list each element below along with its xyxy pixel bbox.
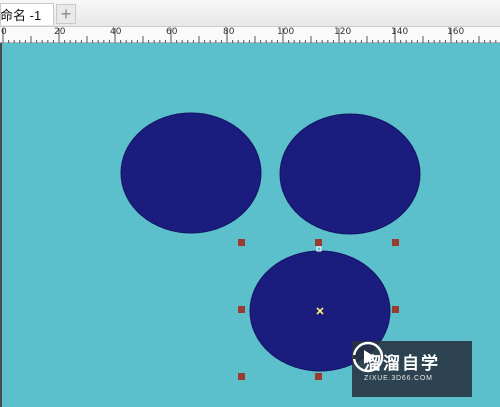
ruler-label: 20: [54, 27, 66, 37]
plus-icon: +: [60, 4, 72, 24]
watermark-badge: 溜溜自学 ZIXUE.3D66.COM: [352, 341, 472, 397]
ruler-label: 140: [391, 27, 409, 37]
ellipse-top-left[interactable]: [120, 112, 262, 234]
ruler-label: 120: [334, 27, 352, 37]
ruler-label: 80: [223, 27, 235, 37]
rotation-anchor-icon[interactable]: [316, 246, 322, 252]
selection-handle-left[interactable]: [238, 306, 245, 313]
document-tab-title: 命名 -1: [0, 8, 42, 23]
ruler-label: 0: [1, 27, 7, 37]
ellipse-top-right[interactable]: [279, 113, 421, 235]
selection-handle-bottom-left[interactable]: [238, 373, 245, 380]
drawing-canvas[interactable]: 溜溜自学 ZIXUE.3D66.COM: [0, 43, 500, 407]
selection-handle-right[interactable]: [392, 306, 399, 313]
selection-handle-top-left[interactable]: [238, 239, 245, 246]
add-tab-button[interactable]: +: [56, 4, 76, 24]
ruler-ticks: [2, 28, 497, 43]
horizontal-ruler[interactable]: 0 20 40 60 80 100 120 140 160: [0, 27, 500, 43]
ruler-label: 100: [277, 27, 295, 37]
play-logo-icon: [352, 341, 384, 373]
ruler-label: 60: [166, 27, 178, 37]
document-tab[interactable]: 命名 -1: [0, 3, 54, 25]
selection-handle-bottom[interactable]: [315, 373, 322, 380]
watermark-subtitle: ZIXUE.3D66.COM: [364, 375, 433, 382]
ruler-label: 160: [447, 27, 465, 37]
selection-handle-top[interactable]: [315, 239, 322, 246]
selection-handle-top-right[interactable]: [392, 239, 399, 246]
ruler-label: 40: [110, 27, 122, 37]
document-tab-bar: 命名 -1 +: [0, 0, 500, 27]
